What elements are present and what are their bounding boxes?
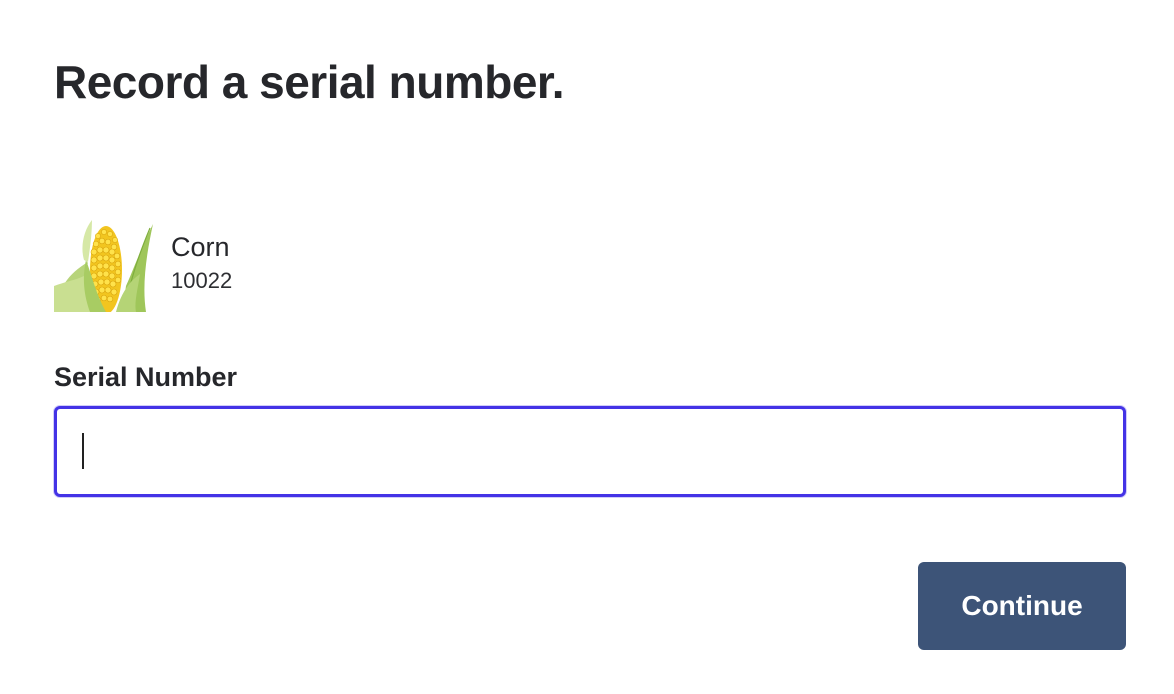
product-summary: Corn 10022: [54, 216, 232, 312]
serial-number-label: Serial Number: [54, 362, 238, 392]
continue-button[interactable]: Continue: [918, 562, 1126, 650]
page-title: Record a serial number.: [54, 56, 565, 108]
product-sku: 10022: [171, 268, 233, 293]
product-info: Corn 10022: [171, 230, 232, 296]
text-cursor: [82, 433, 84, 469]
serial-number-input[interactable]: [54, 406, 1126, 497]
corn-cob-icon: [54, 220, 153, 312]
product-name: Corn: [171, 232, 230, 262]
